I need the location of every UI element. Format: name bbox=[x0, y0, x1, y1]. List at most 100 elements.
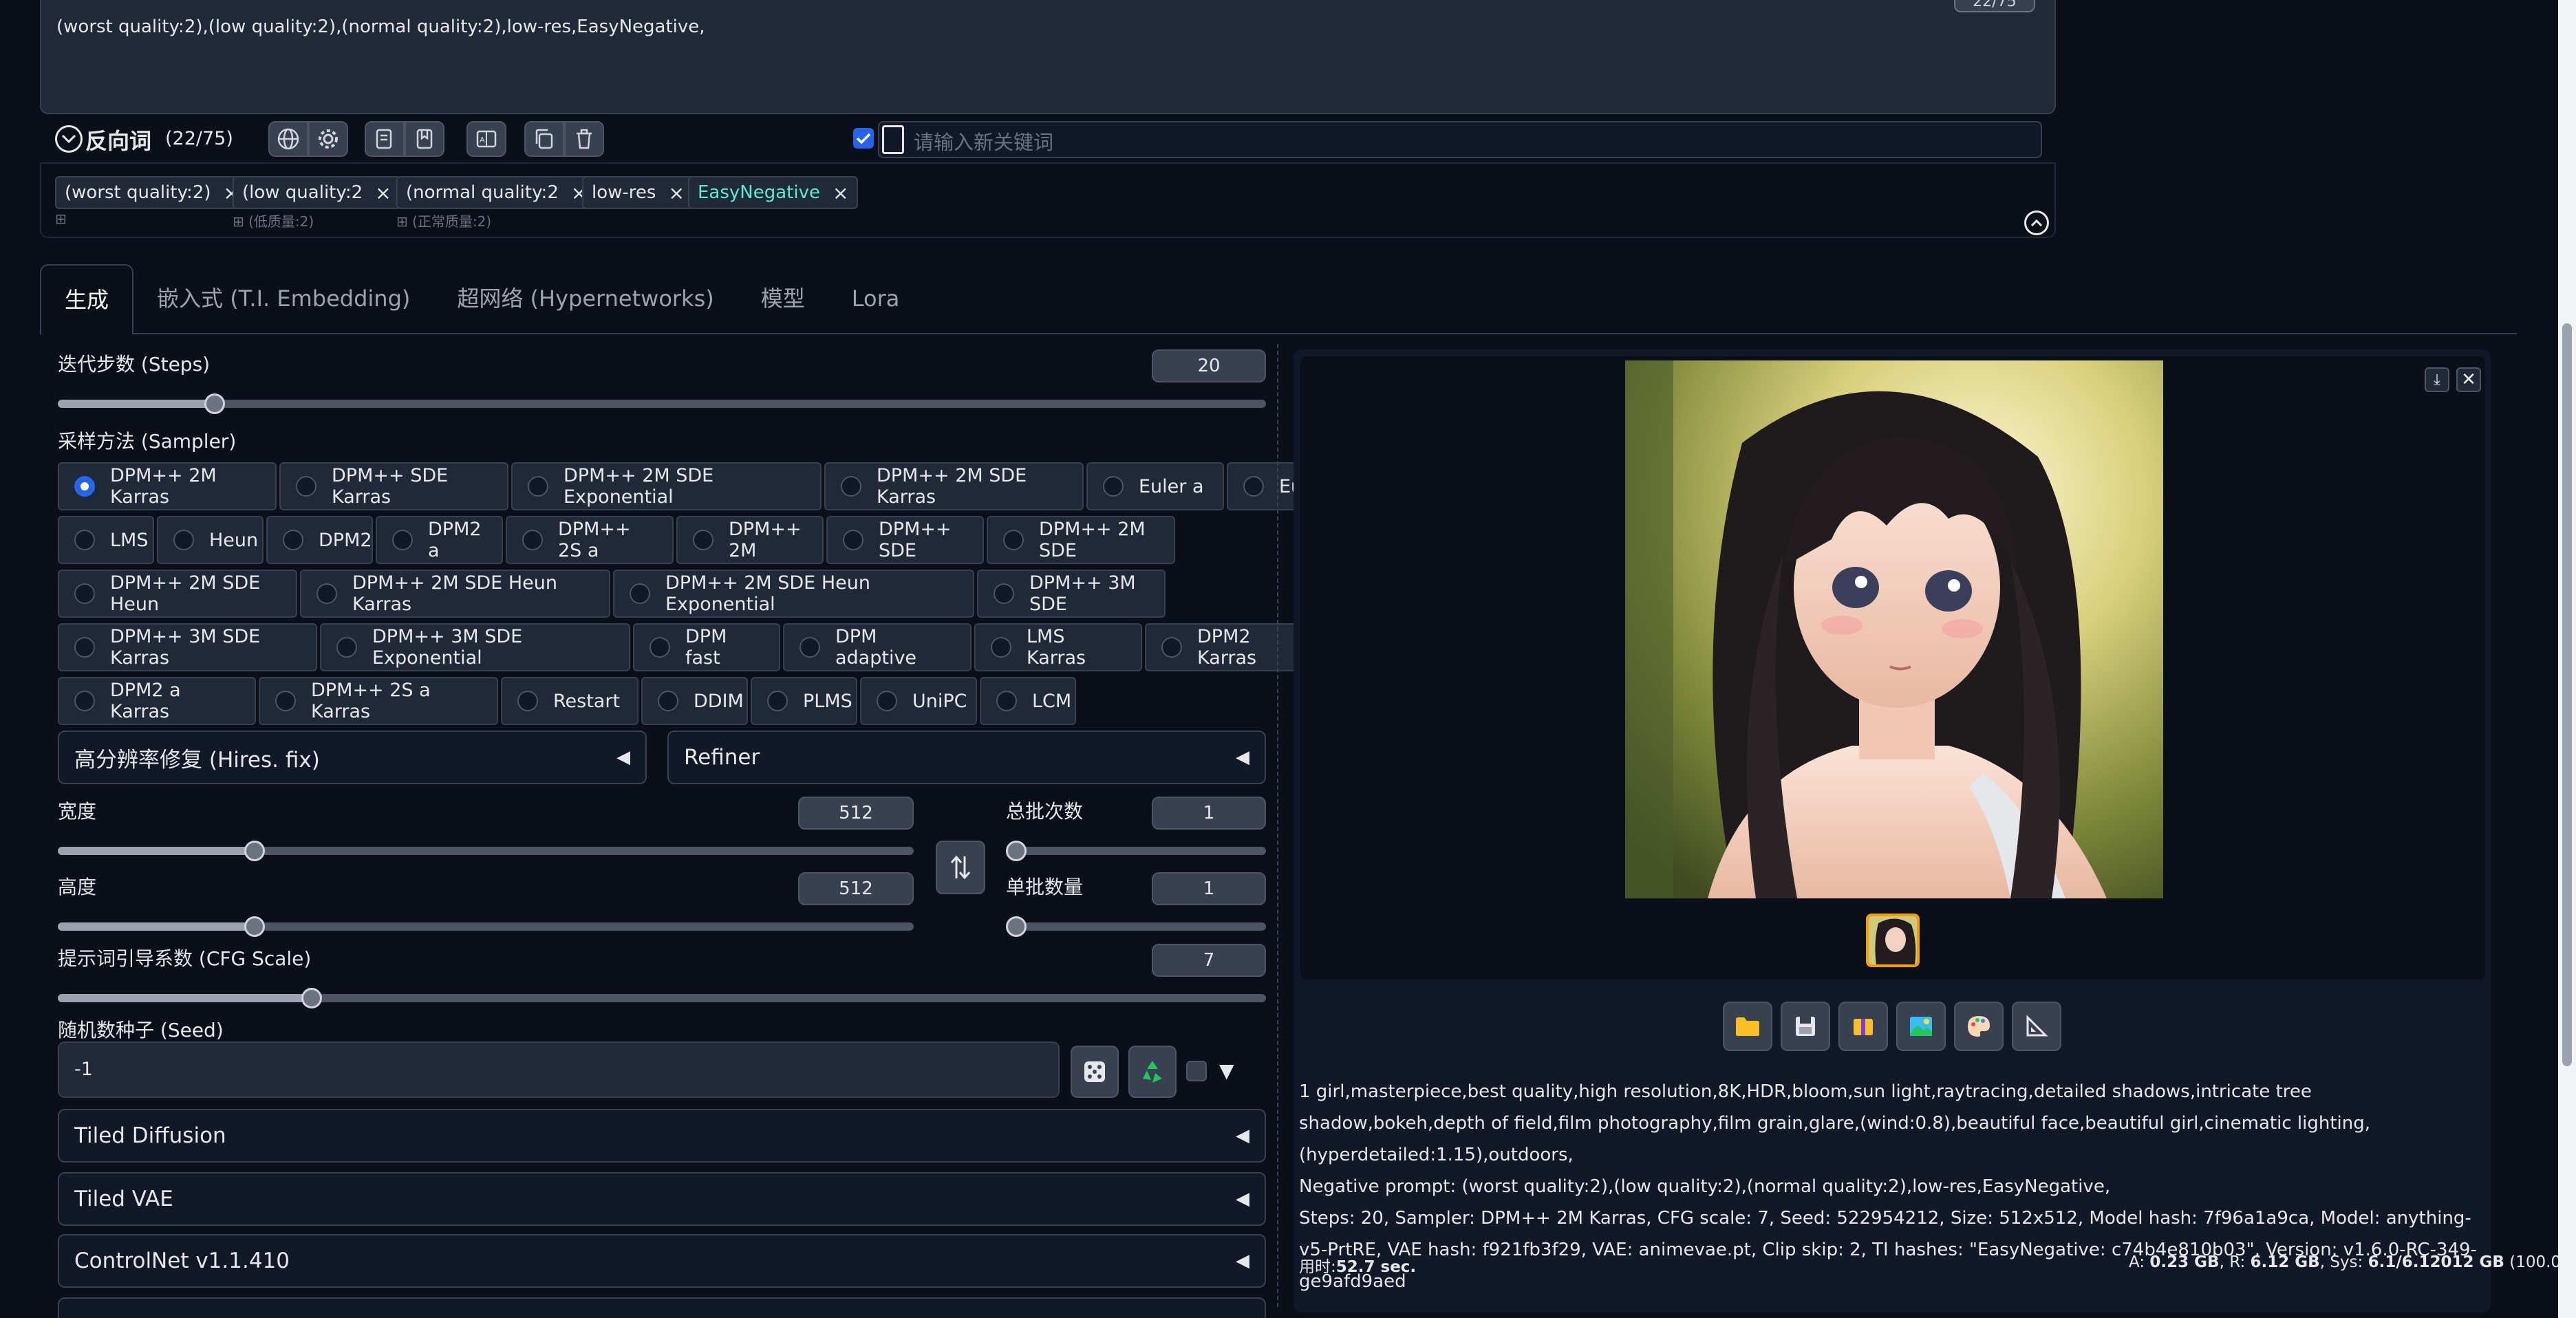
random-seed-button[interactable] bbox=[1071, 1046, 1119, 1098]
sampler-option[interactable]: DPM++ 3M SDE bbox=[977, 570, 1166, 618]
tab-generate[interactable]: 生成 bbox=[40, 264, 134, 334]
negative-prompt-textarea[interactable]: (worst quality:2),(low quality:2),(norma… bbox=[40, 0, 2056, 114]
sampler-option[interactable]: DPM2 bbox=[266, 516, 373, 564]
generated-image[interactable] bbox=[1625, 360, 2163, 898]
cfg-input[interactable]: 7 bbox=[1152, 944, 1266, 977]
sampler-option[interactable]: DPM++ 2M bbox=[676, 516, 824, 564]
cfg-slider[interactable] bbox=[58, 988, 1266, 1008]
slider-thumb[interactable] bbox=[1006, 916, 1027, 937]
extra-seed-checkbox[interactable] bbox=[1186, 1061, 1207, 1081]
tab-models[interactable]: 模型 bbox=[738, 264, 828, 334]
batch-count-input[interactable]: 1 bbox=[1152, 797, 1266, 830]
tab-hypernetworks[interactable]: 超网络 (Hypernetworks) bbox=[433, 264, 737, 334]
gear-icon[interactable] bbox=[308, 121, 348, 157]
info-prompt: 1 girl,masterpiece,best quality,high res… bbox=[1299, 1081, 2370, 1165]
sampler-option[interactable]: LMS bbox=[58, 516, 154, 564]
globe-icon[interactable] bbox=[268, 121, 308, 157]
tab-embedding[interactable]: 嵌入式 (T.I. Embedding) bbox=[133, 264, 433, 334]
sampler-option[interactable]: DPM++ 2S a bbox=[506, 516, 674, 564]
bookmark-icon[interactable] bbox=[405, 121, 444, 157]
sampler-option[interactable]: DPM++ SDE bbox=[826, 516, 984, 564]
collapse-toggle-icon[interactable] bbox=[55, 125, 83, 153]
steps-input[interactable]: 20 bbox=[1152, 349, 1266, 382]
tab-lora[interactable]: Lora bbox=[828, 264, 923, 334]
tiled-diffusion-accordion[interactable]: Tiled Diffusion ◀ bbox=[58, 1109, 1266, 1163]
controlnet-accordion[interactable]: ControlNet v1.1.410 ◀ bbox=[58, 1234, 1266, 1288]
slider-thumb[interactable] bbox=[204, 393, 225, 414]
sampler-option[interactable]: DPM++ 2M SDE Heun bbox=[58, 570, 297, 618]
download-icon[interactable]: ⤓ bbox=[2425, 367, 2449, 392]
sampler-option[interactable]: DPM2 a bbox=[376, 516, 503, 564]
sampler-option[interactable]: Restart bbox=[501, 677, 638, 725]
tag-normal-quality[interactable]: (normal quality:2 × bbox=[396, 176, 597, 209]
sampler-option[interactable]: DPM++ 2S a Karras bbox=[259, 677, 498, 725]
sampler-option[interactable]: PLMS bbox=[751, 677, 857, 725]
tag-low-res[interactable]: low-res × bbox=[582, 176, 694, 209]
slider-thumb[interactable] bbox=[301, 988, 322, 1008]
tag-remove-icon[interactable]: × bbox=[833, 182, 848, 204]
sampler-option[interactable]: LCM bbox=[980, 677, 1076, 725]
sampler-option[interactable]: DPM++ 2M SDE bbox=[987, 516, 1175, 564]
image-icon[interactable] bbox=[1896, 1002, 1946, 1051]
folder-icon[interactable] bbox=[1723, 1002, 1772, 1051]
height-input[interactable]: 512 bbox=[798, 872, 914, 905]
scrollbar-thumb[interactable] bbox=[2562, 323, 2572, 1066]
translate-icon[interactable]: A bbox=[466, 121, 506, 157]
close-icon[interactable]: ✕ bbox=[2456, 367, 2481, 392]
sampler-option[interactable]: Heun bbox=[157, 516, 264, 564]
collapse-tags-icon[interactable] bbox=[2024, 210, 2049, 235]
sampler-option[interactable]: DPM++ 2M SDE Exponential bbox=[511, 462, 822, 510]
document-list-icon[interactable] bbox=[365, 121, 405, 157]
sampler-option[interactable]: DPM++ SDE Karras bbox=[279, 462, 508, 510]
sampler-option[interactable]: DDIM bbox=[641, 677, 748, 725]
sampler-option[interactable]: DPM2 a Karras bbox=[58, 677, 256, 725]
reuse-seed-button[interactable] bbox=[1128, 1046, 1177, 1098]
next-accordion-partial[interactable] bbox=[58, 1297, 1266, 1318]
gallery-thumbnail[interactable] bbox=[1866, 914, 1920, 967]
batch-size-input[interactable]: 1 bbox=[1152, 872, 1266, 905]
slider-thumb[interactable] bbox=[244, 916, 265, 937]
save-icon[interactable] bbox=[1781, 1002, 1830, 1051]
tag-low-quality[interactable]: (low quality:2 × bbox=[233, 176, 401, 209]
sampler-option[interactable]: DPM adaptive bbox=[783, 623, 972, 671]
copy-icon[interactable] bbox=[524, 121, 564, 157]
slider-thumb[interactable] bbox=[244, 841, 265, 861]
tiled-vae-accordion[interactable]: Tiled VAE ◀ bbox=[58, 1172, 1266, 1226]
triangle-left-icon: ◀ bbox=[1236, 1189, 1249, 1209]
sampler-option[interactable]: DPM++ 2M SDE Karras bbox=[824, 462, 1084, 510]
steps-slider[interactable] bbox=[58, 393, 1266, 414]
refiner-accordion[interactable]: Refiner ◀ bbox=[667, 731, 1266, 784]
batch-size-slider[interactable] bbox=[1006, 916, 1266, 937]
sampler-option[interactable]: DPM++ 2M SDE Heun Karras bbox=[300, 570, 610, 618]
page-scrollbar[interactable] bbox=[2558, 0, 2576, 1318]
triangle-down-icon[interactable]: ▼ bbox=[1219, 1059, 1234, 1082]
radio-dot bbox=[877, 691, 897, 711]
width-input[interactable]: 512 bbox=[798, 797, 914, 830]
sampler-option[interactable]: DPM++ 3M SDE Exponential bbox=[320, 623, 630, 671]
sampler-option[interactable]: DPM++ 2M SDE Heun Exponential bbox=[613, 570, 974, 618]
tag-remove-icon[interactable]: × bbox=[668, 182, 684, 204]
seed-input[interactable]: -1 bbox=[58, 1041, 1060, 1098]
trash-icon[interactable] bbox=[564, 121, 604, 157]
width-slider[interactable] bbox=[58, 841, 914, 861]
height-slider[interactable] bbox=[58, 916, 914, 937]
zip-icon[interactable] bbox=[1838, 1002, 1888, 1051]
sampler-option-label: Heun bbox=[209, 529, 259, 551]
tag-remove-icon[interactable]: × bbox=[375, 182, 391, 204]
hires-fix-accordion[interactable]: 高分辨率修复 (Hires. fix) ◀ bbox=[58, 731, 647, 784]
sampler-option[interactable]: DPM fast bbox=[633, 623, 780, 671]
sampler-option[interactable]: UniPC bbox=[860, 677, 977, 725]
keyword-checkbox[interactable] bbox=[853, 128, 874, 149]
sampler-option[interactable]: DPM++ 2M Karras bbox=[58, 462, 277, 510]
swap-dimensions-button[interactable] bbox=[936, 841, 985, 894]
ruler-icon[interactable] bbox=[2012, 1002, 2061, 1051]
tag-worst-quality[interactable]: (worst quality:2) × bbox=[55, 176, 249, 209]
batch-count-slider[interactable] bbox=[1006, 841, 1266, 861]
palette-icon[interactable] bbox=[1954, 1002, 2004, 1051]
sampler-option[interactable]: Euler a bbox=[1086, 462, 1224, 510]
sampler-option[interactable]: DPM++ 3M SDE Karras bbox=[58, 623, 317, 671]
tag-easynegative[interactable]: EasyNegative × bbox=[688, 176, 859, 209]
sampler-option[interactable]: LMS Karras bbox=[974, 623, 1142, 671]
slider-thumb[interactable] bbox=[1006, 841, 1027, 861]
new-keyword-input[interactable]: 请输入新关键词 bbox=[878, 121, 2042, 158]
